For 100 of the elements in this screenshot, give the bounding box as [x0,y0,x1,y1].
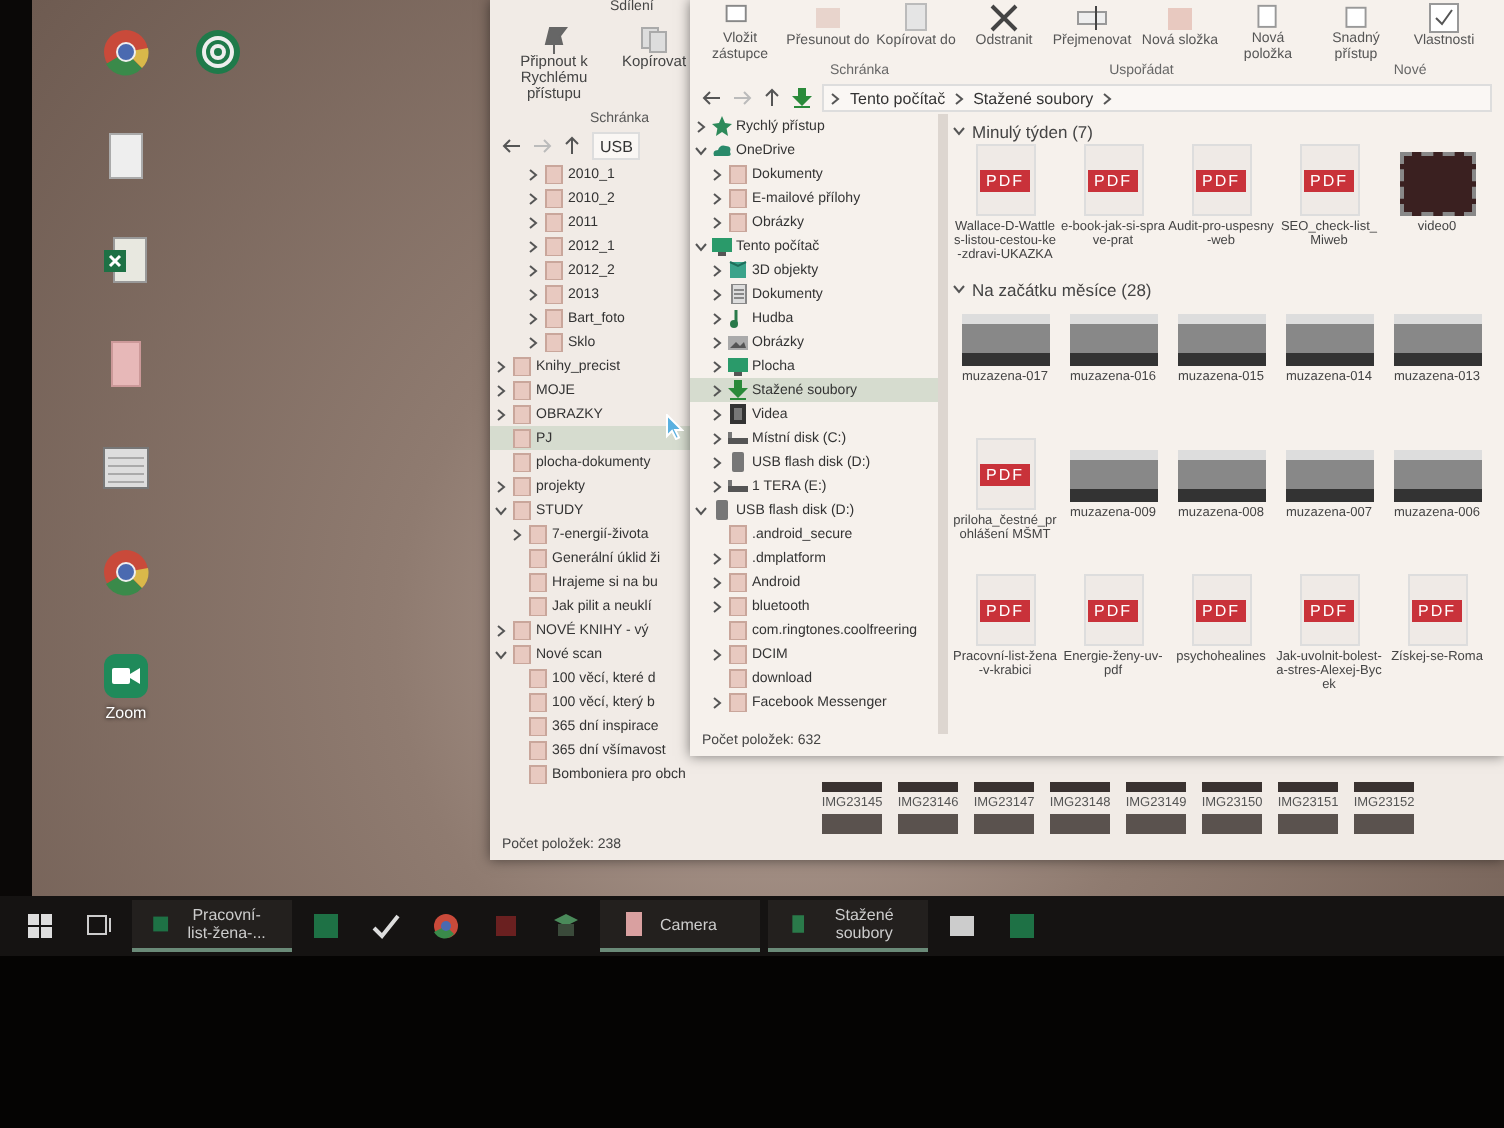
windows-logo-icon [28,914,52,938]
forward-arrow-icon [532,136,552,156]
drive-icon [728,476,748,496]
camera-app-icon [620,910,648,938]
monitor-icon [712,236,732,256]
mouse-cursor-icon [666,414,684,440]
photo-placeholder[interactable] [1393,314,1481,366]
photo-placeholder [1354,814,1414,834]
chevron-down-icon [694,239,708,253]
group-header[interactable]: Na začátku měsíce (28) [952,276,1504,302]
up-arrow-icon [562,136,582,156]
video-camera-app-icon [102,652,150,700]
pdf-file-icon[interactable]: PDF [1083,574,1143,646]
spreadsheet-app-icon [1008,912,1036,940]
photo-placeholder[interactable] [1069,450,1157,502]
group-header[interactable]: Minulý týden (7) [952,118,1504,144]
film-icon [728,404,748,424]
chevron-right-icon [494,479,508,493]
photo-placeholder[interactable] [1393,450,1481,502]
photo-placeholder [822,814,882,834]
chevron-right-icon [830,91,842,105]
photo-placeholder [1278,782,1338,792]
checkmark-icon [1428,2,1460,34]
taskbar-app-button[interactable]: Stažené soubory [768,900,928,952]
photo-placeholder[interactable] [1069,314,1157,366]
chevron-right-icon [494,623,508,637]
pdf-file-icon[interactable]: PDF [975,438,1035,510]
photo-placeholder [974,782,1034,792]
pdf-file-icon[interactable]: PDF [1083,144,1143,216]
photo-placeholder[interactable] [1285,450,1373,502]
photo-placeholder[interactable] [1177,450,1265,502]
chevron-down-icon [694,503,708,517]
photo-placeholder [1050,782,1110,792]
photo-placeholder[interactable] [961,314,1049,366]
chevron-right-icon [710,695,724,709]
usb-drive-icon [728,452,748,472]
taskbar-app-button[interactable]: Pracovní-list-žena-... [132,900,292,952]
spiral-logo-icon [194,28,242,76]
photo-placeholder[interactable] [1285,314,1373,366]
chevron-right-icon [953,91,966,105]
photo-app-icon [948,912,976,940]
download-arrow-icon [792,88,812,108]
square-app-icon [492,912,520,940]
photo-placeholder [898,814,958,834]
up-arrow-icon [762,88,782,108]
document-icon [728,284,748,304]
photo-placeholder [1126,814,1186,834]
taskbar-app-button[interactable]: Camera [600,900,760,952]
pdf-file-icon[interactable]: PDF [1407,574,1467,646]
pdf-file-icon[interactable]: PDF [1191,144,1251,216]
box-icon [552,912,580,940]
photo-placeholder [822,782,882,792]
new-folder-icon [1164,2,1196,34]
star-icon [712,116,732,136]
chevron-right-icon [694,119,708,133]
picture-icon [728,332,748,352]
address-bar[interactable]: USB [592,132,641,160]
checkmark-icon [372,912,400,940]
chrome-shortcut-icon [102,548,150,596]
copy-icon [640,26,668,54]
scrollbar[interactable] [938,114,948,734]
task-view-icon [84,914,112,938]
desktop-icon-label[interactable]: Zoom [105,704,147,722]
chevron-down-icon [952,124,966,138]
folder-icon [788,910,809,938]
photo-placeholder [1354,782,1414,792]
video-thumbnail[interactable] [1399,152,1475,216]
pdf-file-icon[interactable]: PDF [975,144,1035,216]
pdf-file-icon[interactable]: PDF [1299,144,1359,216]
forward-arrow-icon [732,88,752,108]
chevron-down-icon [952,282,966,296]
pdf-file-icon[interactable]: PDF [1299,574,1359,646]
photo-placeholder [898,782,958,792]
chevron-down-icon [494,503,508,517]
monitor-icon [728,356,748,376]
photo-placeholder [1202,782,1262,792]
download-arrow-icon [728,380,748,400]
chevron-right-icon [510,527,524,541]
pushpin-icon [540,26,568,54]
browser-icon [432,912,460,940]
photo-placeholder [1202,814,1262,834]
close-icon [988,2,1020,34]
spreadsheet-app-icon [312,912,340,940]
photo-placeholder [1126,782,1186,792]
back-arrow-icon [502,136,522,156]
chevron-down-icon [694,143,708,157]
chevron-right-icon [710,647,724,661]
photo-placeholder[interactable] [1177,314,1265,366]
chrome-shortcut-icon [102,28,150,76]
photo-placeholder [1050,814,1110,834]
cloud-icon [712,140,732,160]
spreadsheet-file-icon [102,236,150,284]
address-bar[interactable]: Tento počítač Stažené soubory [822,84,1492,112]
pdf-file-icon[interactable]: PDF [975,574,1035,646]
easy-access-icon [1340,2,1372,33]
back-arrow-icon [702,88,722,108]
copy-icon [900,2,932,34]
pdf-file-icon[interactable]: PDF [1191,574,1251,646]
photo-placeholder [1278,814,1338,834]
cube-icon [728,260,748,280]
